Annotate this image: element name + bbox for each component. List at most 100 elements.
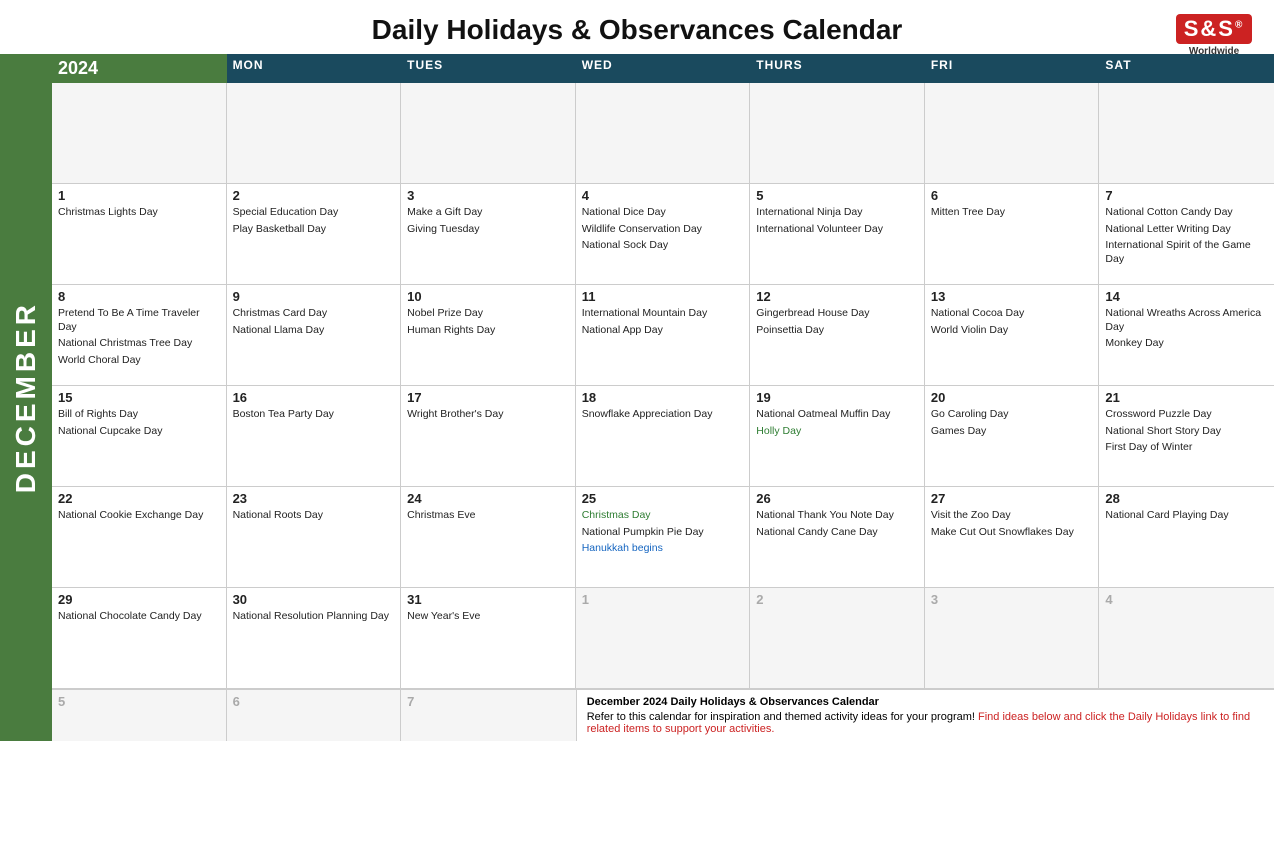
- holiday-text: Christmas Eve: [407, 509, 569, 523]
- day-number: 13: [931, 289, 1093, 304]
- day-number: 14: [1105, 289, 1268, 304]
- day-number: 2: [233, 188, 395, 203]
- cal-cell-w4d5: 27Visit the Zoo DayMake Cut Out Snowflak…: [925, 487, 1100, 587]
- cal-cell-w4d3: 25 Christmas Day National Pumpkin Pie Day H…: [576, 487, 751, 587]
- holiday-text: Visit the Zoo Day: [931, 509, 1093, 523]
- day-number: 11: [582, 289, 744, 304]
- holiday-text: National Wreaths Across America Day: [1105, 307, 1268, 334]
- day-number: 2: [756, 592, 918, 607]
- header-wed: WED: [576, 54, 751, 83]
- holiday-text: Go Caroling Day: [931, 408, 1093, 422]
- cal-cell-w5d1: 30 National Resolution Planning Day: [227, 588, 402, 688]
- day-number: 12: [756, 289, 918, 304]
- day-number: 31: [407, 592, 569, 607]
- footer-info: December 2024 Daily Holidays & Observanc…: [576, 690, 1274, 741]
- day-number: 27: [931, 491, 1093, 506]
- cal-cell-w5d5: 3: [925, 588, 1100, 688]
- holiday-text: International Volunteer Day: [756, 223, 918, 237]
- holiday-text: Human Rights Day: [407, 324, 569, 338]
- header-mon: MON: [227, 54, 402, 83]
- cal-cell-w1d6: 7National Cotton Candy DayNational Lette…: [1099, 184, 1274, 284]
- footer-title: December 2024 Daily Holidays & Observanc…: [587, 696, 1264, 708]
- holiday-text: National Candy Cane Day: [756, 526, 918, 540]
- holiday-text: International Mountain Day: [582, 307, 744, 321]
- cal-cell-w2d3: 11 International Mountain Day National App…: [576, 285, 751, 385]
- holiday-text: Mitten Tree Day: [931, 206, 1093, 220]
- day-number: 19: [756, 390, 918, 405]
- holiday-text: Pretend To Be A Time Traveler Day: [58, 307, 220, 334]
- holiday-text: Special Education Day: [233, 206, 395, 220]
- day-number: 30: [233, 592, 395, 607]
- footer-row: 5 6 7 December 2024 Daily Holidays & Obs…: [52, 689, 1274, 741]
- day-number: 25: [582, 491, 744, 506]
- cal-cell-w1d4: 5International Ninja DayInternational Vo…: [750, 184, 925, 284]
- day-number: 6: [931, 188, 1093, 203]
- holiday-text: Games Day: [931, 425, 1093, 439]
- holiday-text: Wright Brother's Day: [407, 408, 569, 422]
- cal-cell-w0d0: [52, 83, 227, 183]
- week-row-1: 1Christmas Lights Day 2 Special Education …: [52, 184, 1274, 285]
- holiday-text: Holly Day: [756, 425, 918, 439]
- calendar: DECEMBER 2024 MON TUES WED THURS FRI SAT…: [0, 54, 1274, 741]
- holiday-text: National Llama Day: [233, 324, 395, 338]
- holiday-text: Christmas Day: [582, 509, 744, 523]
- day-number: 21: [1105, 390, 1268, 405]
- cal-cell-w3d6: 21Crossword Puzzle DayNational Short Sto…: [1099, 386, 1274, 486]
- day-number: 28: [1105, 491, 1268, 506]
- holiday-text: Christmas Lights Day: [58, 206, 220, 220]
- holiday-text: Nobel Prize Day: [407, 307, 569, 321]
- cal-cell-w2d2: 10Nobel Prize DayHuman Rights Day: [401, 285, 576, 385]
- cal-cell-w3d0: 15Bill of Rights DayNational Cupcake Day: [52, 386, 227, 486]
- week-row-5: 29National Chocolate Candy Day 30 National…: [52, 588, 1274, 689]
- cal-cell-w4d4: 26National Thank You Note DayNational Ca…: [750, 487, 925, 587]
- cal-cell-w1d5: 6 Mitten Tree Day: [925, 184, 1100, 284]
- day-number: 20: [931, 390, 1093, 405]
- cal-cell-w0d3: [576, 83, 751, 183]
- cal-cell-w5d0: 29National Chocolate Candy Day: [52, 588, 227, 688]
- cal-cell-w1d1: 2Special Education DayPlay Basketball Da…: [227, 184, 402, 284]
- holiday-text: Crossword Puzzle Day: [1105, 408, 1268, 422]
- cal-cell-w3d1: 16Boston Tea Party Day: [227, 386, 402, 486]
- cal-cell-w2d4: 12Gingerbread House DayPoinsettia Day: [750, 285, 925, 385]
- holiday-text: Christmas Card Day: [233, 307, 395, 321]
- holiday-text: Wildlife Conservation Day: [582, 223, 744, 237]
- holiday-text: Snowflake Appreciation Day: [582, 408, 744, 422]
- holiday-text: National App Day: [582, 324, 744, 338]
- cal-cell-w5d3: 1: [576, 588, 751, 688]
- day-number: 4: [1105, 592, 1268, 607]
- holiday-text: Boston Tea Party Day: [233, 408, 395, 422]
- day-number: 4: [582, 188, 744, 203]
- cal-cell-w4d0: 22National Cookie Exchange Day: [52, 487, 227, 587]
- cal-cell-w3d2: 17Wright Brother's Day: [401, 386, 576, 486]
- holiday-text: National Thank You Note Day: [756, 509, 918, 523]
- day-number: 24: [407, 491, 569, 506]
- day-number: 23: [233, 491, 395, 506]
- holiday-text: Bill of Rights Day: [58, 408, 220, 422]
- day-number: 8: [58, 289, 220, 304]
- holiday-text: National Oatmeal Muffin Day: [756, 408, 918, 422]
- holiday-text: National Cotton Candy Day: [1105, 206, 1268, 220]
- holiday-text: National Roots Day: [233, 509, 395, 523]
- cal-cell-w5d6: 4: [1099, 588, 1274, 688]
- holiday-text: National Cocoa Day: [931, 307, 1093, 321]
- cal-cell-w4d1: 23 National Roots Day: [227, 487, 402, 587]
- week-row-2: 8 Pretend To Be A Time Traveler Day Nation…: [52, 285, 1274, 386]
- cal-cell-w1d3: 4National Dice DayWildlife Conservation …: [576, 184, 751, 284]
- cal-cell-w1d2: 3Make a Gift DayGiving Tuesday: [401, 184, 576, 284]
- cal-cell-w1d0: 1Christmas Lights Day: [52, 184, 227, 284]
- year-cell: 2024: [52, 54, 227, 83]
- cal-cell-w0d6: [1099, 83, 1274, 183]
- footer-5: 5: [52, 690, 227, 741]
- footer-text: Refer to this calendar for inspiration a…: [587, 711, 1264, 735]
- holiday-text: National Pumpkin Pie Day: [582, 526, 744, 540]
- day-number: 7: [1105, 188, 1268, 203]
- cal-cell-w2d0: 8Pretend To Be A Time Traveler DayNation…: [52, 285, 227, 385]
- cal-cell-w2d6: 14National Wreaths Across America DayMon…: [1099, 285, 1274, 385]
- header-thurs: THURS: [750, 54, 925, 83]
- cal-cell-w5d4: 2: [750, 588, 925, 688]
- holiday-text: World Violin Day: [931, 324, 1093, 338]
- holiday-text: National Cookie Exchange Day: [58, 509, 220, 523]
- holiday-text: National Resolution Planning Day: [233, 610, 395, 624]
- holiday-text: Hanukkah begins: [582, 542, 744, 556]
- day-number: 3: [931, 592, 1093, 607]
